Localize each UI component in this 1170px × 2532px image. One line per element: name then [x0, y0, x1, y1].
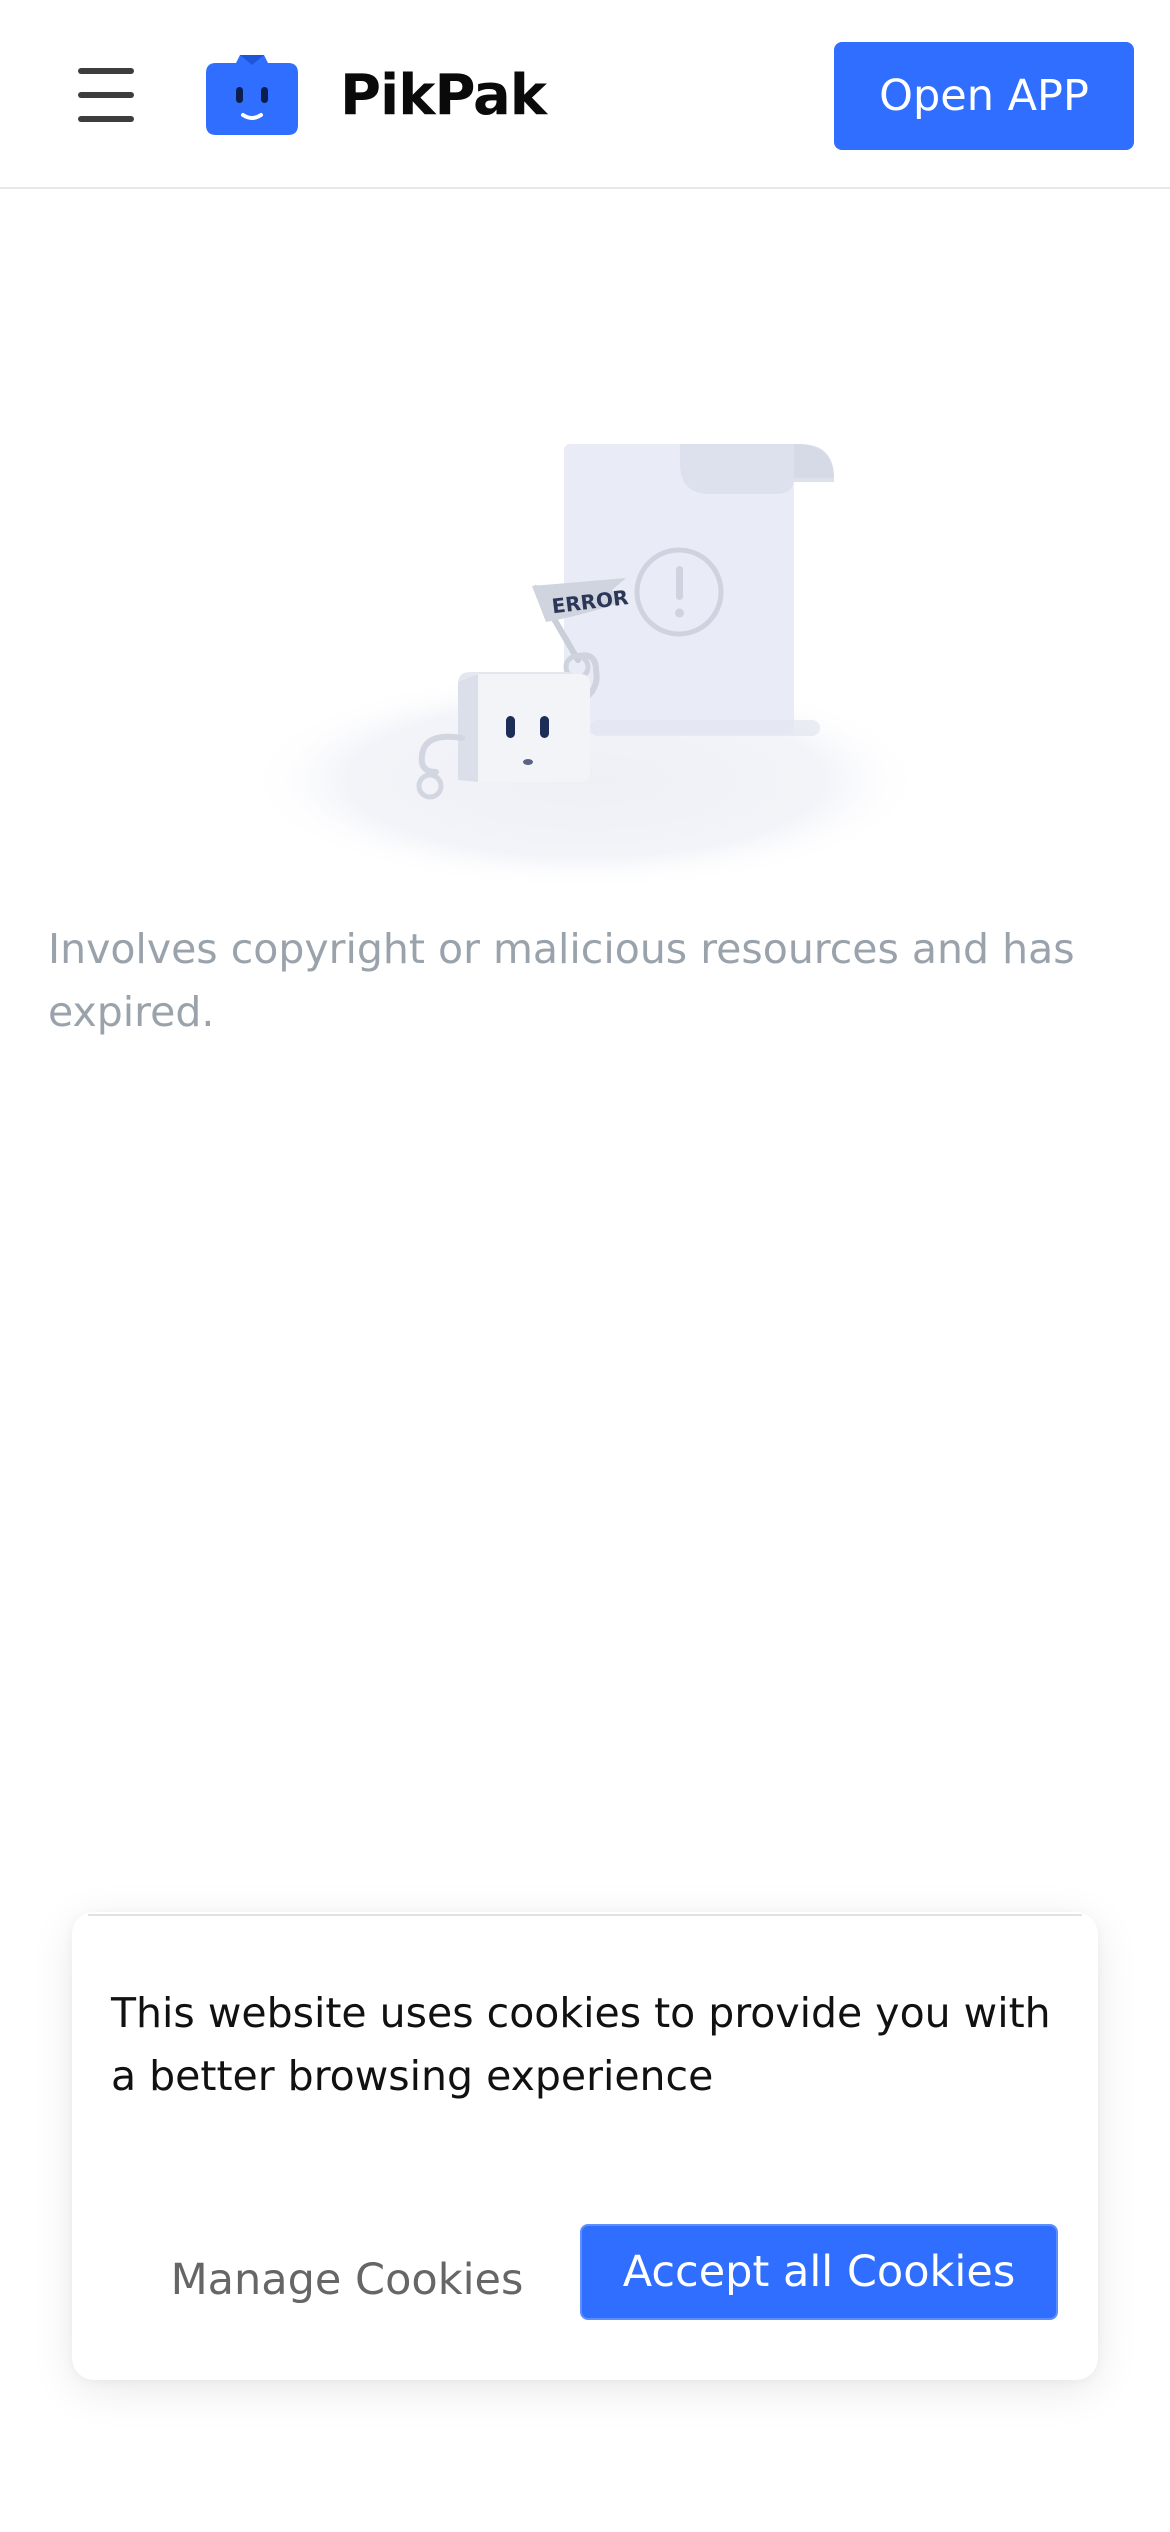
hamburger-menu-icon[interactable]: [74, 66, 138, 124]
error-illustration: ERROR: [246, 444, 926, 890]
cookie-consent-banner: This website uses cookies to provide you…: [72, 1912, 1098, 2380]
pikpak-logo-icon: [206, 55, 298, 135]
manage-cookies-button[interactable]: Manage Cookies: [132, 2232, 562, 2328]
brand-name: PikPak: [340, 62, 547, 128]
error-message: Involves copyright or malicious resource…: [48, 925, 1075, 1036]
cookie-notice-text: This website uses cookies to provide you…: [111, 1989, 1051, 2100]
accept-all-cookies-button[interactable]: Accept all Cookies: [580, 2224, 1058, 2320]
top-header: PikPak Open APP: [0, 0, 1170, 189]
robot-character: [458, 672, 590, 782]
brand-logo-link[interactable]: PikPak: [206, 55, 547, 135]
open-app-button[interactable]: Open APP: [834, 42, 1134, 150]
cookie-divider: [88, 1914, 1082, 1916]
